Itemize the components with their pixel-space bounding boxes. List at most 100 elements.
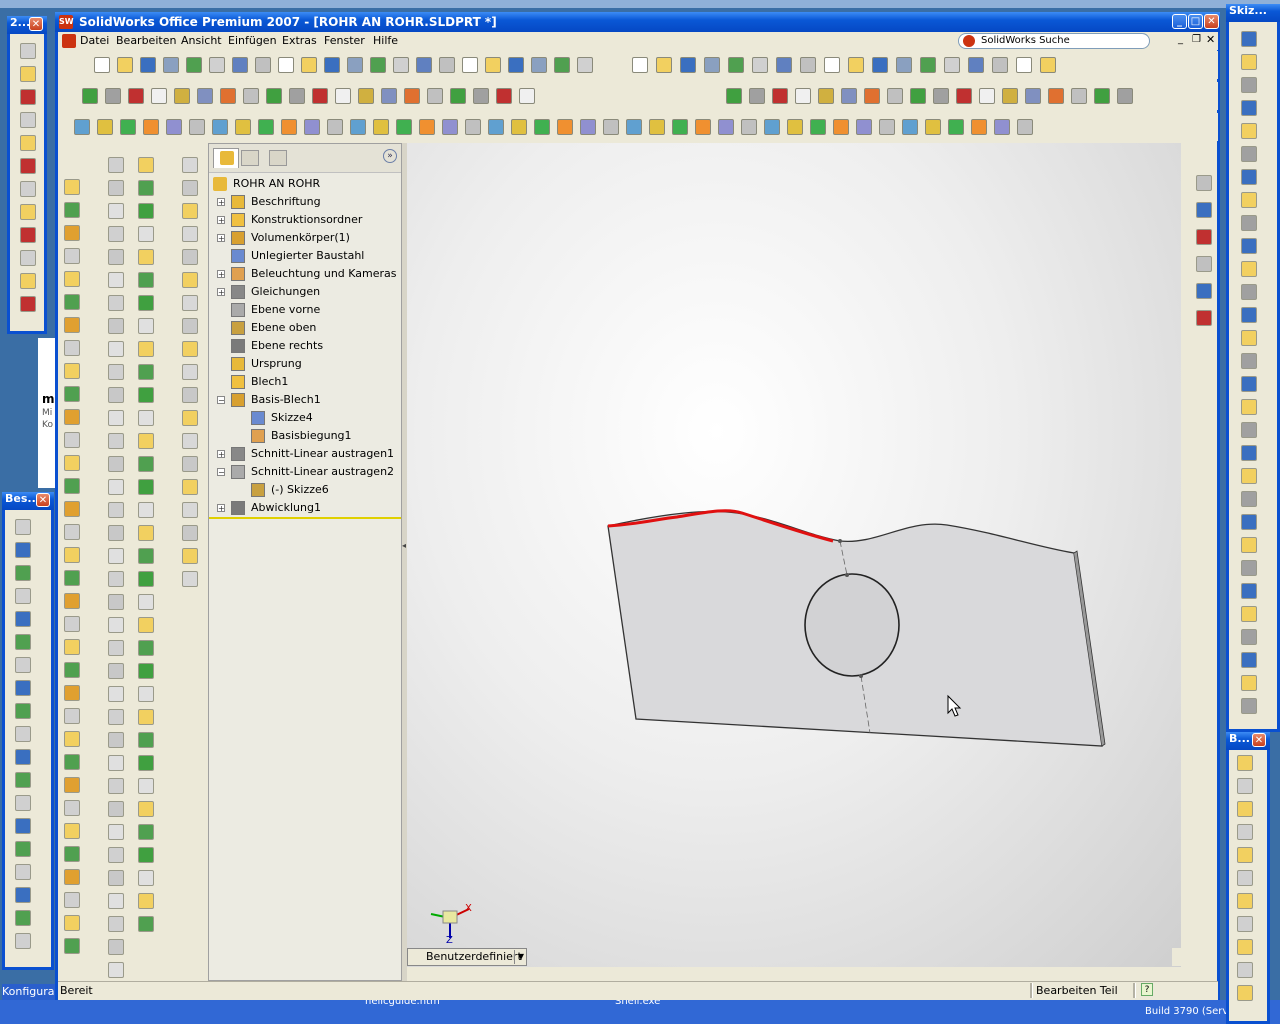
toolbar-button-icon[interactable] <box>1241 330 1257 346</box>
taskbar-config-label[interactable]: Konfigura <box>2 984 57 1000</box>
toolbar-button-icon[interactable] <box>138 203 154 219</box>
toolbar-button-icon[interactable] <box>956 88 972 104</box>
toolbar-button-icon[interactable] <box>64 432 80 448</box>
toolbar-button-icon[interactable] <box>358 88 374 104</box>
toolbar-button-icon[interactable] <box>20 296 36 312</box>
toolbar-button-icon[interactable] <box>925 119 941 135</box>
toolbar-button-icon[interactable] <box>450 88 466 104</box>
toolbar-button-icon[interactable] <box>64 662 80 678</box>
toolbar-button-icon[interactable] <box>1241 652 1257 668</box>
toolbar-button-icon[interactable] <box>108 318 124 334</box>
toolbar-button-icon[interactable] <box>1241 261 1257 277</box>
toolbar-button-icon[interactable] <box>795 88 811 104</box>
toolbar-button-icon[interactable] <box>534 119 550 135</box>
toolbar-button-icon[interactable] <box>833 119 849 135</box>
toolbar-button-icon[interactable] <box>138 295 154 311</box>
toolbar-button-icon[interactable] <box>64 271 80 287</box>
toolbar-button-icon[interactable] <box>108 732 124 748</box>
toolbar-button-icon[interactable] <box>64 731 80 747</box>
toolbar-button-icon[interactable] <box>182 364 198 380</box>
toolbar-button-icon[interactable] <box>15 841 31 857</box>
toolbar-button-icon[interactable] <box>64 616 80 632</box>
toolbar-button-icon[interactable] <box>64 478 80 494</box>
toolbar-button-icon[interactable] <box>462 57 478 73</box>
toolbar-button-icon[interactable] <box>20 181 36 197</box>
toolbar-button-icon[interactable] <box>1196 283 1212 299</box>
tab-property-manager[interactable] <box>241 150 259 166</box>
toolbar-button-icon[interactable] <box>1071 88 1087 104</box>
toolbar-button-icon[interactable] <box>1241 238 1257 254</box>
toolbar-button-icon[interactable] <box>933 88 949 104</box>
toolbar-button-icon[interactable] <box>741 119 757 135</box>
toolbar-button-icon[interactable] <box>64 248 80 264</box>
toolbar-button-icon[interactable] <box>117 57 133 73</box>
toolbar-button-icon[interactable] <box>1241 583 1257 599</box>
toolbar-button-icon[interactable] <box>1241 54 1257 70</box>
toolbar-button-icon[interactable] <box>289 88 305 104</box>
toolbar-button-icon[interactable] <box>74 119 90 135</box>
toolbar-button-icon[interactable] <box>902 119 918 135</box>
toolbar-button-icon[interactable] <box>15 726 31 742</box>
toolbar-button-icon[interactable] <box>128 88 144 104</box>
toolbar-button-icon[interactable] <box>772 88 788 104</box>
toolbar-button-icon[interactable] <box>519 88 535 104</box>
toolbar-button-icon[interactable] <box>182 203 198 219</box>
toolbar-button-icon[interactable] <box>108 824 124 840</box>
tab-feature-tree[interactable] <box>213 148 239 168</box>
toolbar-button-icon[interactable] <box>138 916 154 932</box>
toolbar-button-icon[interactable] <box>15 864 31 880</box>
toolbar-button-icon[interactable] <box>166 119 182 135</box>
close-icon[interactable]: ✕ <box>36 493 50 507</box>
toolbar-button-icon[interactable] <box>15 588 31 604</box>
toolbar-button-icon[interactable] <box>108 364 124 380</box>
toolbar-button-icon[interactable] <box>1241 606 1257 622</box>
toolbar-button-icon[interactable] <box>948 119 964 135</box>
toolbar-button-icon[interactable] <box>138 686 154 702</box>
toolbar-button-icon[interactable] <box>1094 88 1110 104</box>
toolbar-button-icon[interactable] <box>1002 88 1018 104</box>
toolbar-button-icon[interactable] <box>381 88 397 104</box>
toolbar-button-icon[interactable] <box>108 617 124 633</box>
toolbar-button-icon[interactable] <box>108 180 124 196</box>
expand-icon[interactable]: + <box>217 198 225 207</box>
toolbar-button-icon[interactable] <box>1196 175 1212 191</box>
toolbar-button-icon[interactable] <box>138 893 154 909</box>
toolbar-button-icon[interactable] <box>108 525 124 541</box>
toolbar-button-icon[interactable] <box>15 680 31 696</box>
maximize-icon[interactable]: □ <box>1188 14 1203 29</box>
toolbar-button-icon[interactable] <box>182 479 198 495</box>
toolbar-button-icon[interactable] <box>138 640 154 656</box>
toolbar-button-icon[interactable] <box>1196 202 1212 218</box>
toolbar-button-icon[interactable] <box>64 202 80 218</box>
toolbar-button-icon[interactable] <box>488 119 504 135</box>
toolbar-button-icon[interactable] <box>726 88 742 104</box>
help-icon[interactable]: ? <box>1141 983 1153 996</box>
toolbar-button-icon[interactable] <box>473 88 489 104</box>
toolbar-button-icon[interactable] <box>1196 256 1212 272</box>
toolbar-button-icon[interactable] <box>20 250 36 266</box>
toolbar-button-icon[interactable] <box>1241 445 1257 461</box>
toolbar-button-icon[interactable] <box>776 57 792 73</box>
toolbar-button-icon[interactable] <box>695 119 711 135</box>
toolbar-button-icon[interactable] <box>632 57 648 73</box>
toolbar-button-icon[interactable] <box>1237 870 1253 886</box>
toolbar-button-icon[interactable] <box>182 226 198 242</box>
toolbar-button-icon[interactable] <box>1241 284 1257 300</box>
toolbar-button-icon[interactable] <box>800 57 816 73</box>
toolbar-button-icon[interactable] <box>138 502 154 518</box>
toolbar-button-icon[interactable] <box>182 502 198 518</box>
toolbar-button-icon[interactable] <box>20 273 36 289</box>
toolbar-button-icon[interactable] <box>138 755 154 771</box>
toolbar-button-icon[interactable] <box>138 870 154 886</box>
toolbar-button-icon[interactable] <box>64 754 80 770</box>
toolbar-button-icon[interactable] <box>182 341 198 357</box>
toolbar-button-icon[interactable] <box>301 57 317 73</box>
toolbar-button-icon[interactable] <box>64 915 80 931</box>
toolbar-button-icon[interactable] <box>1241 560 1257 576</box>
toolbar-button-icon[interactable] <box>108 594 124 610</box>
toolbar-button-icon[interactable] <box>278 57 294 73</box>
toolbar-button-icon[interactable] <box>416 57 432 73</box>
toolbar-button-icon[interactable] <box>992 57 1008 73</box>
toolbar-button-icon[interactable] <box>347 57 363 73</box>
toolbar-button-icon[interactable] <box>108 778 124 794</box>
